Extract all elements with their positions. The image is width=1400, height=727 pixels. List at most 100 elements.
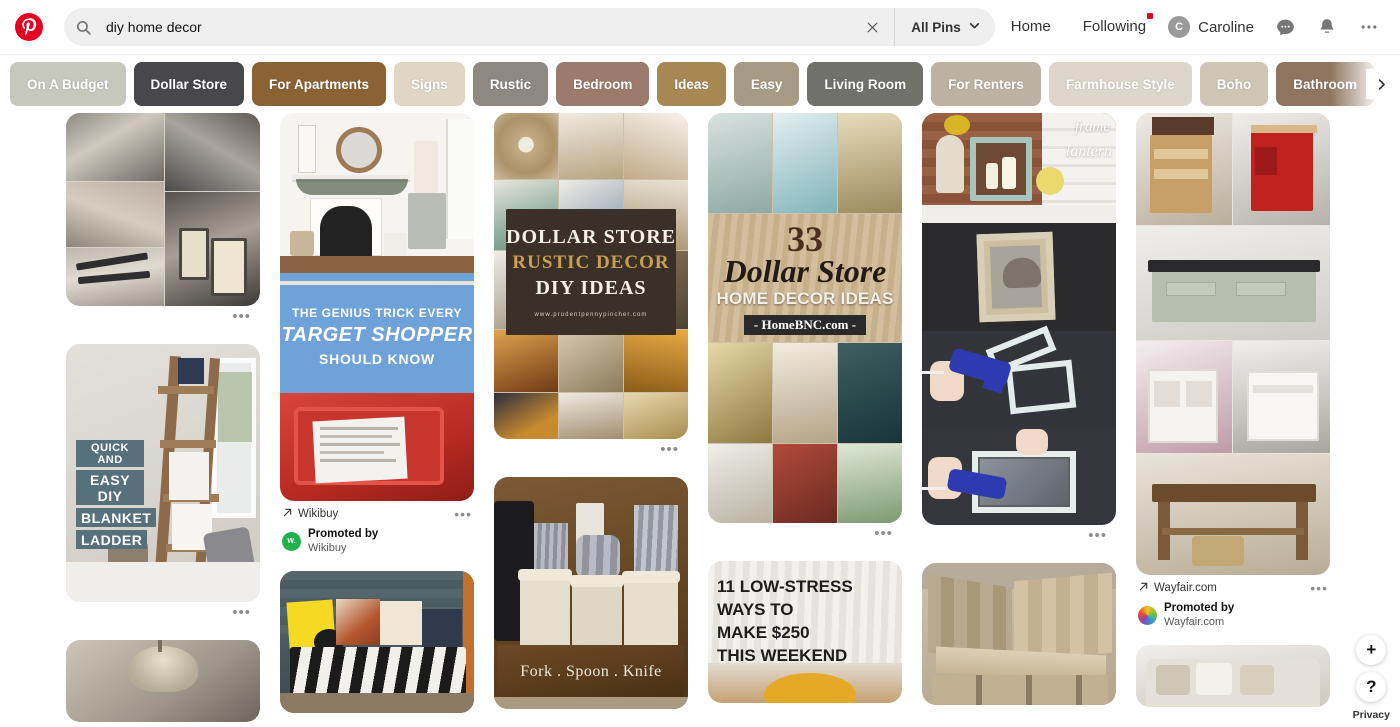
pallet-corner-bench[interactable] bbox=[922, 563, 1116, 705]
all-pins-label: All Pins bbox=[911, 19, 961, 35]
pin-card[interactable]: QUICK AND EASY DIY BLANKET LADDER ••• bbox=[66, 344, 260, 624]
blanket-ladder-line-4: LADDER bbox=[76, 530, 148, 549]
more-options-icon[interactable] bbox=[1348, 6, 1390, 48]
homebnc-site: - HomeBNC.com - bbox=[743, 315, 867, 336]
low-stress-line-2: WAYS TO bbox=[717, 599, 794, 619]
nav-home[interactable]: Home bbox=[995, 6, 1067, 48]
chevron-down-icon bbox=[968, 19, 981, 35]
pin-card[interactable]: 11 LOW-STRESS WAYS TO MAKE $250 THIS WEE… bbox=[708, 561, 902, 703]
promoted-source[interactable]: Wayfair.com bbox=[1154, 582, 1217, 594]
vintage-chandelier-pin[interactable] bbox=[66, 640, 260, 722]
filter-chip-on-a-budget[interactable]: On A Budget bbox=[10, 62, 126, 106]
promoted-source[interactable]: Wikibuy bbox=[298, 508, 338, 520]
promoter-avatar: W. bbox=[282, 531, 301, 551]
pin-menu-icon[interactable]: ••• bbox=[1310, 581, 1328, 595]
filter-chip-living-room[interactable]: Living Room bbox=[807, 62, 924, 106]
pin-grid: ••• QUICK AND EASY DIY BLANKET LADDER ••… bbox=[0, 113, 1400, 727]
low-stress-line-1: 11 LOW-STRESS bbox=[717, 576, 853, 596]
homebnc-line: HOME DECOR IDEAS bbox=[716, 289, 894, 309]
filter-chip-label: Living Room bbox=[824, 76, 907, 92]
mason-jar-utensil-holder[interactable]: Fork . Spoon . Knife bbox=[494, 477, 688, 709]
target-shopper-pin[interactable]: THE GENIUS TRICK EVERY TARGET SHOPPER SH… bbox=[280, 113, 474, 501]
all-pins-dropdown[interactable]: All Pins bbox=[894, 8, 995, 46]
neutral-sofa-pillows-pin[interactable] bbox=[1136, 644, 1330, 707]
low-stress-money-pin[interactable]: 11 LOW-STRESS WAYS TO MAKE $250 THIS WEE… bbox=[708, 561, 902, 703]
filter-chip-bar: On A Budget Dollar Store For Apartments Sig… bbox=[0, 55, 1400, 113]
filter-chip-farmhouse-style[interactable]: Farmhouse Style bbox=[1048, 62, 1192, 106]
dollar-store-rustic-decor-pin[interactable]: DOLLAR STORE RUSTIC DECOR DIY IDEAS www.… bbox=[494, 113, 688, 439]
pin-menu-icon[interactable]: ••• bbox=[454, 507, 472, 521]
homebnc-script: Dollar Store bbox=[723, 252, 887, 289]
messages-icon[interactable] bbox=[1264, 6, 1306, 48]
filter-chip-for-renters[interactable]: For Renters bbox=[931, 62, 1041, 106]
blanket-ladder-pin[interactable]: QUICK AND EASY DIY BLANKET LADDER bbox=[66, 344, 260, 602]
pin-card[interactable]: DOLLAR STORE RUSTIC DECOR DIY IDEAS www.… bbox=[494, 113, 688, 461]
diy-glass-frame-lantern-collage[interactable] bbox=[66, 113, 260, 306]
nav-following[interactable]: Following bbox=[1067, 6, 1162, 48]
pin-card[interactable]: 33 Dollar Store HOME DECOR IDEAS - HomeB… bbox=[708, 113, 902, 545]
chevron-right-icon[interactable] bbox=[1366, 69, 1396, 99]
privacy-link[interactable]: Privacy bbox=[1353, 709, 1390, 721]
pallet-daybed-striped-cushion[interactable] bbox=[280, 570, 474, 713]
help-icon[interactable]: ? bbox=[1356, 672, 1387, 702]
pin-card[interactable]: ••• bbox=[66, 113, 260, 328]
promoted-pin-card[interactable]: THE GENIUS TRICK EVERY TARGET SHOPPER SH… bbox=[280, 113, 474, 555]
pin-card[interactable]: frame lantern ••• bbox=[922, 113, 1116, 547]
rustic-line-3: DIY IDEAS bbox=[535, 277, 647, 299]
filter-chip-bedroom[interactable]: Bedroom bbox=[556, 62, 650, 106]
filter-chip-label: On A Budget bbox=[27, 76, 109, 92]
promoted-footer: Wayfair.com ••• Promoted by Wayfair.com bbox=[1136, 575, 1330, 629]
pin-menu-icon[interactable]: ••• bbox=[66, 306, 260, 328]
filter-chip-rustic[interactable]: Rustic bbox=[472, 62, 549, 106]
low-stress-line-3: MAKE $250 bbox=[717, 622, 810, 642]
low-stress-overlay: 11 LOW-STRESS WAYS TO MAKE $250 THIS WEE… bbox=[708, 569, 902, 673]
search-bar[interactable]: All Pins bbox=[64, 8, 995, 46]
homebnc-33-dollar-store-pin[interactable]: 33 Dollar Store HOME DECOR IDEAS - HomeB… bbox=[708, 113, 902, 523]
external-link-icon bbox=[282, 507, 293, 521]
promoted-footer: Wikibuy ••• W. Promoted by Wikibuy bbox=[280, 501, 474, 555]
account-button[interactable]: C Caroline bbox=[1162, 16, 1264, 38]
kitchen-island-carts-collage[interactable] bbox=[1136, 113, 1330, 575]
homebnc-number: 33 bbox=[787, 218, 823, 259]
filter-chip-ideas[interactable]: Ideas bbox=[657, 62, 726, 106]
rustic-line-2: RUSTIC DECOR bbox=[512, 252, 670, 273]
account-name: Caroline bbox=[1198, 18, 1254, 36]
pin-column-2: THE GENIUS TRICK EVERY TARGET SHOPPER SH… bbox=[280, 113, 474, 727]
search-input[interactable] bbox=[102, 8, 851, 46]
pin-menu-icon[interactable]: ••• bbox=[708, 523, 902, 545]
notifications-icon[interactable] bbox=[1306, 6, 1348, 48]
filter-chip-label: Bathroom bbox=[1293, 76, 1357, 92]
pin-column-6: Wayfair.com ••• Promoted by Wayfair.com bbox=[1136, 113, 1330, 723]
frame-lantern-tutorial-pin[interactable]: frame lantern bbox=[922, 113, 1116, 525]
pin-column-5: frame lantern ••• bbox=[922, 113, 1116, 721]
avatar: C bbox=[1168, 16, 1191, 38]
mason-jar-sign-text: Fork . Spoon . Knife bbox=[520, 663, 662, 680]
filter-chip-dollar-store[interactable]: Dollar Store bbox=[133, 62, 245, 106]
filter-chip-boho[interactable]: Boho bbox=[1199, 62, 1269, 106]
pin-menu-icon[interactable]: ••• bbox=[494, 439, 688, 461]
pin-card[interactable] bbox=[66, 640, 260, 722]
filter-chip-for-apartments[interactable]: For Apartments bbox=[252, 62, 387, 106]
pinterest-logo-icon[interactable] bbox=[8, 6, 50, 48]
banner-line-1: THE GENIUS TRICK EVERY bbox=[291, 305, 463, 320]
filter-chip-label: Ideas bbox=[674, 76, 709, 92]
plus-icon[interactable]: + bbox=[1356, 635, 1387, 665]
pin-column-4: 33 Dollar Store HOME DECOR IDEAS - HomeB… bbox=[708, 113, 902, 719]
filter-chip-signs[interactable]: Signs bbox=[394, 62, 465, 106]
header-nav: Home Following C Caroline bbox=[995, 6, 1390, 48]
banner-line-2: TARGET SHOPPER bbox=[281, 323, 473, 346]
search-icon bbox=[64, 19, 102, 36]
promoter-name: Wikibuy bbox=[308, 541, 347, 554]
filter-chip-easy[interactable]: Easy bbox=[733, 62, 800, 106]
pin-card[interactable] bbox=[1136, 644, 1330, 707]
pin-menu-icon[interactable]: ••• bbox=[66, 602, 260, 624]
search-clear-button[interactable] bbox=[850, 8, 894, 46]
pin-card[interactable]: Fork . Spoon . Knife bbox=[494, 477, 688, 709]
rustic-site-url: www.prudentpennypincher.com bbox=[534, 312, 648, 318]
filter-chip-bathroom[interactable]: Bathroom bbox=[1276, 62, 1374, 106]
pin-card[interactable] bbox=[280, 570, 474, 713]
promoted-pin-card[interactable]: Wayfair.com ••• Promoted by Wayfair.com bbox=[1136, 113, 1330, 629]
pin-card[interactable] bbox=[922, 563, 1116, 705]
filter-chip-label: Dollar Store bbox=[150, 76, 228, 92]
pin-menu-icon[interactable]: ••• bbox=[922, 525, 1116, 547]
